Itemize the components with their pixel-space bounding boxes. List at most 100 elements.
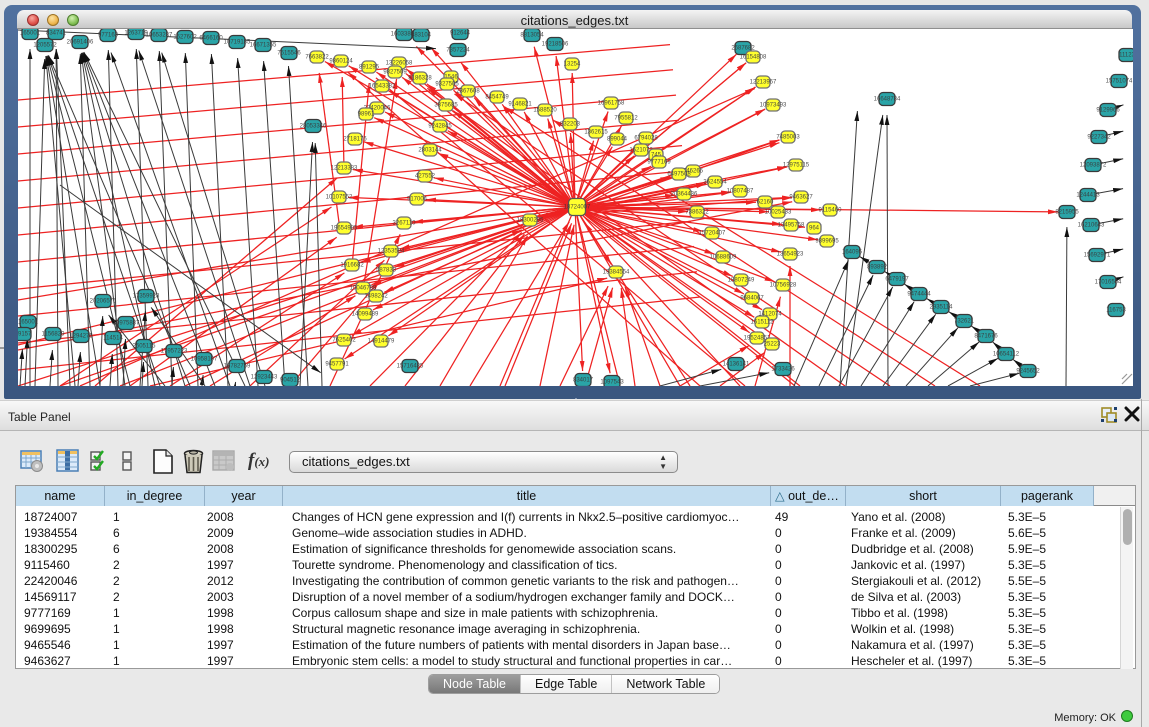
svg-text:10107552: 10107552 bbox=[326, 195, 353, 201]
svg-text:15751074: 15751074 bbox=[1106, 79, 1133, 85]
svg-text:9227342: 9227342 bbox=[1087, 135, 1111, 141]
svg-text:9327505: 9327505 bbox=[435, 82, 459, 88]
svg-text:7386322: 7386322 bbox=[685, 210, 709, 216]
svg-text:114514: 114514 bbox=[103, 336, 123, 342]
svg-text:17016504: 17016504 bbox=[1095, 280, 1122, 286]
svg-text:1156829: 1156829 bbox=[42, 332, 66, 338]
svg-text:16154808: 16154808 bbox=[740, 55, 767, 61]
svg-text:16210643: 16210643 bbox=[1078, 223, 1105, 229]
svg-text:12093872: 12093872 bbox=[1080, 163, 1107, 169]
svg-text:10654112: 10654112 bbox=[993, 352, 1020, 358]
svg-text:2718176: 2718176 bbox=[343, 137, 367, 143]
svg-text:9777169: 9777169 bbox=[647, 160, 671, 166]
svg-text:10973493: 10973493 bbox=[760, 103, 787, 109]
svg-text:10653287: 10653287 bbox=[146, 33, 173, 39]
svg-text:1588520: 1588520 bbox=[533, 108, 557, 114]
svg-text:6466160: 6466160 bbox=[199, 36, 223, 42]
svg-text:6497508: 6497508 bbox=[667, 172, 691, 178]
svg-text:16648784: 16648784 bbox=[874, 97, 901, 103]
svg-text:62160: 62160 bbox=[757, 200, 774, 206]
svg-text:8454749: 8454749 bbox=[485, 95, 509, 101]
svg-text:9827509: 9827509 bbox=[383, 70, 407, 76]
svg-text:11123: 11123 bbox=[1119, 53, 1133, 59]
svg-text:2505115: 2505115 bbox=[133, 344, 157, 350]
svg-text:9860124: 9860124 bbox=[329, 59, 353, 65]
svg-text:20691406: 20691406 bbox=[67, 40, 94, 46]
svg-text:164095: 164095 bbox=[842, 250, 863, 256]
svg-text:6479197: 6479197 bbox=[885, 277, 909, 283]
svg-text:20364436: 20364436 bbox=[671, 192, 698, 198]
svg-text:10719185: 10719185 bbox=[224, 40, 251, 46]
svg-text:13254: 13254 bbox=[564, 62, 581, 68]
svg-text:14136141: 14136141 bbox=[723, 362, 750, 368]
svg-text:9684067: 9684067 bbox=[740, 296, 764, 302]
svg-text:14099489: 14099489 bbox=[352, 312, 379, 318]
svg-text:8813054: 8813054 bbox=[520, 33, 544, 39]
svg-text:9115460: 9115460 bbox=[819, 208, 843, 214]
svg-text:16782759: 16782759 bbox=[224, 364, 251, 370]
svg-text:1244413: 1244413 bbox=[1076, 193, 1100, 199]
svg-text:16671355: 16671355 bbox=[250, 43, 277, 49]
svg-text:10756928: 10756928 bbox=[770, 283, 797, 289]
svg-text:7357224: 7357224 bbox=[446, 48, 470, 54]
svg-text:899044: 899044 bbox=[607, 137, 628, 143]
svg-text:891295: 891295 bbox=[359, 65, 380, 71]
svg-text:98961: 98961 bbox=[358, 112, 375, 118]
svg-text:7955812: 7955812 bbox=[614, 116, 638, 122]
svg-text:9129966: 9129966 bbox=[1096, 108, 1120, 114]
svg-text:1615112: 1615112 bbox=[751, 320, 775, 326]
svg-text:17957223: 17957223 bbox=[161, 349, 188, 355]
svg-text:165001: 165001 bbox=[18, 320, 39, 326]
svg-text:7663822: 7663822 bbox=[305, 55, 329, 61]
svg-text:9245652: 9245652 bbox=[1016, 369, 1040, 375]
svg-text:2935114: 2935114 bbox=[930, 305, 954, 311]
svg-text:834741: 834741 bbox=[46, 31, 67, 37]
svg-text:8186328: 8186328 bbox=[408, 76, 432, 82]
svg-text:20206576: 20206576 bbox=[90, 299, 117, 305]
svg-text:9474444: 9474444 bbox=[907, 292, 931, 298]
svg-text:19654985: 19654985 bbox=[331, 226, 358, 232]
svg-text:18724007: 18724007 bbox=[564, 205, 591, 211]
svg-text:904512: 904512 bbox=[280, 378, 301, 384]
svg-text:832203: 832203 bbox=[560, 122, 581, 128]
svg-text:9242845: 9242845 bbox=[428, 124, 452, 130]
svg-text:8471676: 8471676 bbox=[974, 334, 998, 340]
svg-text:16961758: 16961758 bbox=[598, 101, 625, 107]
svg-text:18300295: 18300295 bbox=[517, 218, 544, 224]
svg-text:15720407: 15720407 bbox=[699, 231, 726, 237]
svg-text:10688609: 10688609 bbox=[710, 255, 737, 261]
svg-text:13654923: 13654923 bbox=[777, 252, 804, 258]
svg-text:7485003: 7485003 bbox=[776, 135, 800, 141]
svg-text:15692971: 15692971 bbox=[1084, 253, 1111, 259]
svg-text:2367608: 2367608 bbox=[456, 89, 480, 95]
svg-text:9899695: 9899695 bbox=[815, 239, 839, 245]
svg-text:732621: 732621 bbox=[954, 319, 975, 325]
svg-text:1527602: 1527602 bbox=[173, 35, 197, 41]
svg-text:3267110: 3267110 bbox=[393, 221, 417, 227]
svg-text:8215955: 8215955 bbox=[1055, 210, 1079, 216]
svg-text:12213967: 12213967 bbox=[750, 80, 777, 86]
svg-text:7515546: 7515546 bbox=[277, 51, 301, 57]
svg-text:12975115: 12975115 bbox=[783, 163, 810, 169]
svg-text:1362615: 1362615 bbox=[584, 130, 608, 136]
svg-text:10958107: 10958107 bbox=[191, 357, 218, 363]
svg-text:10025433: 10025433 bbox=[765, 210, 792, 216]
svg-text:6794028: 6794028 bbox=[634, 136, 658, 142]
svg-text:1498242: 1498242 bbox=[364, 294, 388, 300]
svg-text:964: 964 bbox=[809, 226, 820, 232]
svg-text:1097543: 1097543 bbox=[600, 380, 624, 386]
svg-text:1916682: 1916682 bbox=[340, 263, 364, 269]
svg-text:9146821: 9146821 bbox=[508, 102, 532, 108]
svg-text:25223: 25223 bbox=[764, 342, 781, 348]
svg-text:12923443: 12923443 bbox=[251, 375, 278, 381]
svg-text:19384554: 19384554 bbox=[603, 270, 630, 276]
svg-text:13495758: 13495758 bbox=[778, 223, 805, 229]
svg-text:16543382: 16543382 bbox=[369, 84, 396, 90]
svg-text:1733426: 1733426 bbox=[771, 367, 795, 373]
svg-text:3875685: 3875685 bbox=[434, 103, 458, 109]
svg-text:2803144: 2803144 bbox=[418, 148, 442, 154]
svg-text:12353594: 12353594 bbox=[378, 249, 405, 255]
svg-text:3624554: 3624554 bbox=[703, 180, 727, 186]
svg-text:10975887: 10975887 bbox=[113, 321, 140, 327]
svg-text:427552: 427552 bbox=[415, 174, 436, 180]
